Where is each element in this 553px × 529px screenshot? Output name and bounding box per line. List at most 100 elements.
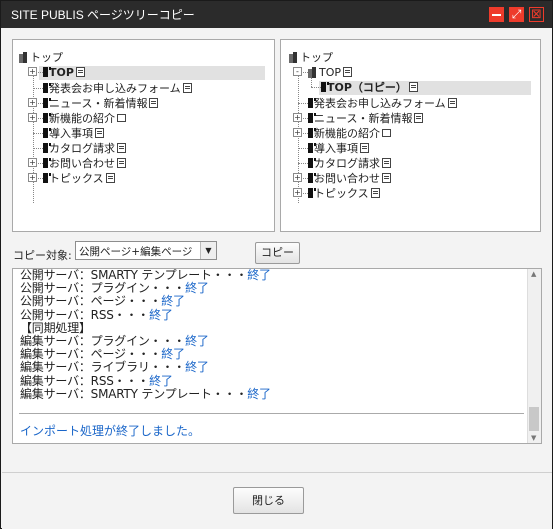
- log-line-status: 終了: [149, 307, 173, 322]
- log-line-status: 終了: [185, 333, 209, 348]
- process-log[interactable]: 公開サーバ：SMARTY テンプレート・・・終了 公開サーバ：プラグイン・・・終了…: [12, 268, 542, 444]
- copy-target-select[interactable]: 公開ページ+編集ページ ▼: [75, 241, 217, 260]
- page-icon: [43, 113, 51, 123]
- expand-toggle[interactable]: +: [293, 128, 302, 137]
- source-root-label: トップ: [30, 51, 63, 64]
- tree-branch: [298, 103, 308, 104]
- page-icon: [308, 98, 316, 108]
- collapse-toggle[interactable]: -: [293, 67, 302, 76]
- node-label: TOP（コピー）: [327, 81, 407, 94]
- expand-toggle[interactable]: +: [28, 67, 37, 76]
- document-icon: [95, 128, 104, 138]
- target-node-top-copy[interactable]: TOP（コピー）: [321, 81, 418, 94]
- expand-toggle[interactable]: +: [28, 98, 37, 107]
- folder-page-icon: [308, 67, 317, 78]
- log-line-status: 終了: [247, 386, 271, 401]
- source-tree-panel[interactable]: トップ + TOP 発表会お申し込みフォーム + ニュース・新着情報 + 新機能…: [12, 39, 275, 232]
- target-node-cases[interactable]: 導入事項: [308, 142, 369, 155]
- target-node-contact[interactable]: お問い合わせ: [308, 172, 391, 185]
- target-tree: トップ - TOP TOP（コピー） 発表会お申し込みフォーム + ニュース・新…: [281, 40, 540, 231]
- page-icon: [43, 67, 51, 77]
- dropdown-arrow-icon[interactable]: ▼: [200, 242, 216, 259]
- source-node-catalog[interactable]: カタログ請求: [43, 142, 126, 155]
- log-line-text: 公開サーバ：SMARTY テンプレート・・・: [20, 268, 248, 282]
- copy-button[interactable]: コピー: [255, 242, 300, 264]
- source-node-contact[interactable]: お問い合わせ: [43, 157, 126, 170]
- target-node-news[interactable]: ニュース・新着情報: [308, 112, 424, 125]
- scroll-up-arrow-icon[interactable]: ▲: [531, 270, 536, 278]
- document-icon: [182, 83, 192, 93]
- source-node-form[interactable]: 発表会お申し込みフォーム: [43, 82, 192, 95]
- log-line-text: 公開サーバ：RSS・・・: [20, 307, 150, 322]
- node-label: トピックス: [49, 172, 104, 185]
- close-button[interactable]: 閉じる: [233, 487, 304, 514]
- expand-toggle[interactable]: +: [28, 173, 37, 182]
- document-icon: [149, 98, 159, 108]
- page-icon: [43, 83, 51, 93]
- target-node-catalog[interactable]: カタログ請求: [308, 157, 391, 170]
- target-tree-panel[interactable]: トップ - TOP TOP（コピー） 発表会お申し込みフォーム + ニュース・新…: [280, 39, 541, 232]
- document-icon: [360, 143, 369, 153]
- target-node-top[interactable]: TOP: [308, 66, 353, 79]
- site-root-icon: [289, 52, 298, 63]
- title-bar[interactable]: SITE PUBLIS ページツリーコピー ⤢ ⊠: [1, 1, 552, 28]
- tree-branch: [33, 88, 43, 89]
- log-lines: 公開サーバ：SMARTY テンプレート・・・終了 公開サーバ：プラグイン・・・終了…: [20, 269, 520, 401]
- tree-branch: [33, 133, 43, 134]
- close-window-button[interactable]: ⊠: [529, 7, 544, 22]
- target-node-topics[interactable]: トピックス: [308, 187, 380, 200]
- node-label: 新機能の紹介: [314, 127, 380, 140]
- expand-toggle[interactable]: +: [293, 173, 302, 182]
- node-label: TOP: [49, 66, 74, 79]
- target-node-form[interactable]: 発表会お申し込みフォーム: [308, 97, 457, 110]
- log-line-text: 公開サーバ：ページ・・・: [20, 294, 162, 309]
- target-node-features[interactable]: 新機能の紹介: [308, 127, 391, 140]
- document-icon: [117, 143, 126, 153]
- expand-toggle[interactable]: +: [293, 188, 302, 197]
- target-tree-root[interactable]: トップ: [289, 51, 333, 64]
- scroll-thumb[interactable]: [529, 407, 539, 431]
- log-line: 公開サーバ：RSS・・・終了: [20, 307, 520, 322]
- log-line-status: 終了: [161, 294, 185, 309]
- page-icon: [321, 82, 329, 92]
- site-root-icon: [19, 52, 28, 63]
- minimize-button[interactable]: [489, 7, 504, 22]
- page-icon: [308, 158, 316, 168]
- source-node-top[interactable]: TOP: [43, 66, 85, 79]
- document-icon: [408, 82, 418, 92]
- expand-toggle[interactable]: +: [293, 113, 302, 122]
- source-node-topics[interactable]: トピックス: [43, 172, 115, 185]
- document-icon: [343, 67, 353, 77]
- expand-toggle[interactable]: +: [28, 113, 37, 122]
- document-icon: [370, 188, 380, 198]
- monitor-icon: [117, 114, 126, 122]
- tree-branch: [311, 87, 321, 88]
- node-label: 導入事項: [49, 127, 93, 140]
- source-node-cases[interactable]: 導入事項: [43, 127, 104, 140]
- monitor-icon: [382, 129, 391, 137]
- log-scrollbar[interactable]: ▲ ▼: [527, 269, 541, 443]
- source-node-news[interactable]: ニュース・新着情報: [43, 97, 159, 110]
- log-line-text: 【同期処理】: [20, 320, 91, 335]
- page-icon: [43, 128, 51, 138]
- log-line-text: 編集サーバ：ライブラリ・・・: [20, 360, 186, 375]
- window-title: SITE PUBLIS ページツリーコピー: [11, 8, 195, 22]
- tree-branch: [298, 163, 308, 164]
- scroll-down-arrow-icon[interactable]: ▼: [531, 434, 536, 442]
- node-label: お問い合わせ: [314, 172, 380, 185]
- node-label: お問い合わせ: [49, 157, 115, 170]
- page-icon: [308, 113, 316, 123]
- page-icon: [43, 158, 51, 168]
- node-label: トピックス: [314, 187, 369, 200]
- source-node-features[interactable]: 新機能の紹介: [43, 112, 126, 125]
- log-line-text: 編集サーバ：RSS・・・: [20, 373, 150, 388]
- expand-toggle[interactable]: +: [28, 158, 37, 167]
- tree-guide-line: [33, 70, 34, 203]
- document-icon: [382, 173, 391, 183]
- node-label: 発表会お申し込みフォーム: [49, 82, 181, 95]
- tree-branch: [33, 148, 43, 149]
- source-tree-root[interactable]: トップ: [19, 51, 63, 64]
- page-icon: [308, 188, 316, 198]
- maximize-button[interactable]: ⤢: [509, 7, 524, 22]
- document-icon: [382, 158, 391, 168]
